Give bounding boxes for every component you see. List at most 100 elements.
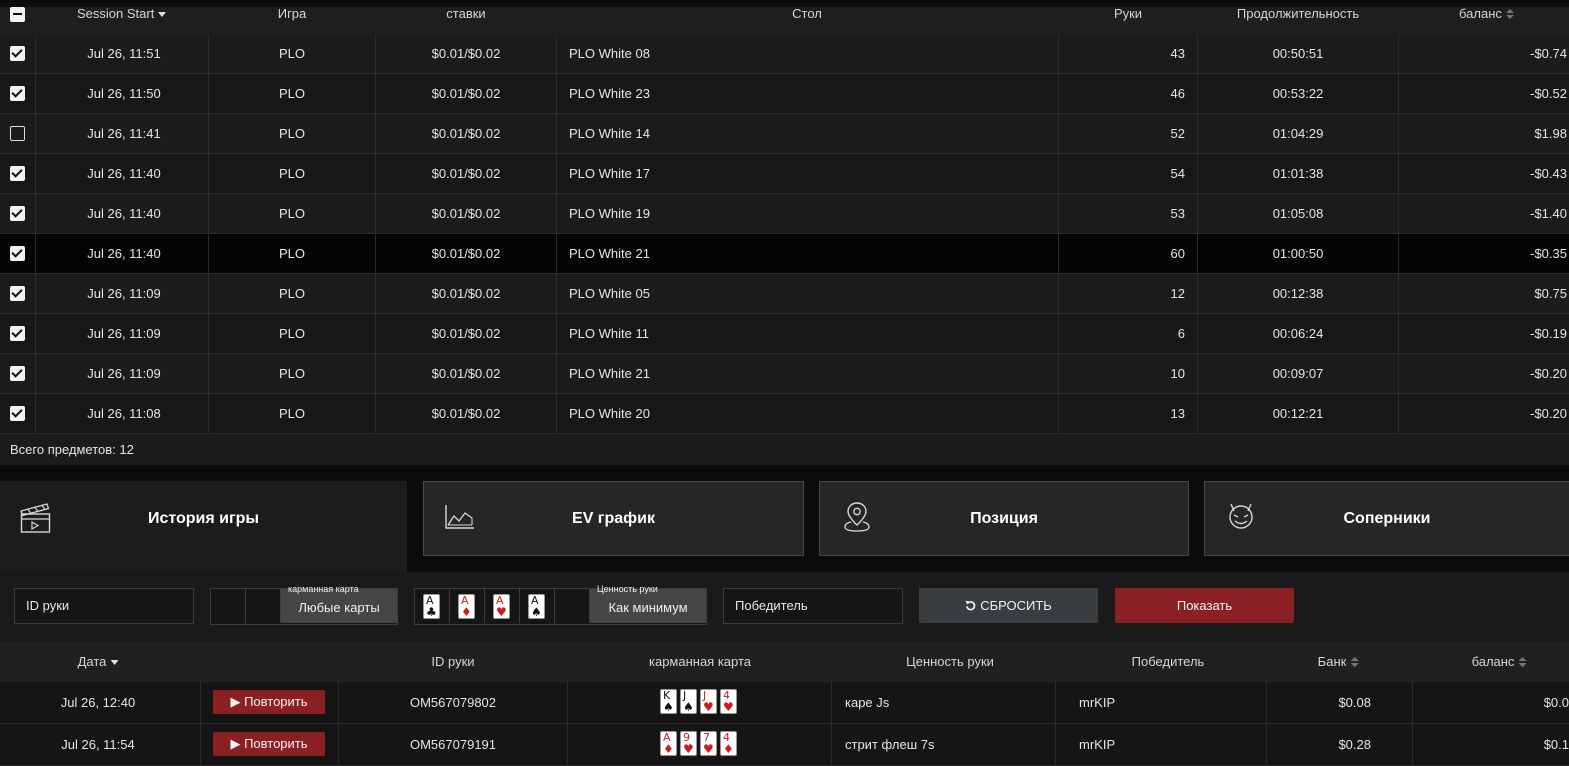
col-hand-value[interactable]: Ценность руки [906,642,994,682]
session-row[interactable]: Jul 26, 11:09 PLO $0.01/$0.02 PLO White 05 1… [0,274,1569,314]
duration-cell: 01:04:29 [1272,126,1324,141]
row-checkbox[interactable] [10,366,25,381]
row-checkbox[interactable] [10,326,25,341]
session-start-cell: Jul 26, 11:40 [87,246,161,261]
col-duration[interactable]: Продолжительность [1237,7,1359,34]
column-divider [1398,394,1399,433]
hand-row[interactable]: Jul 26, 11:54 OM567079191 стрит флеш 7s mrK… [0,724,1569,766]
playing-card: A ♦ [660,731,677,756]
session-row[interactable]: Jul 26, 11:40 PLO $0.01/$0.02 PLO White 19 5… [0,194,1569,234]
column-divider [1197,154,1198,193]
stakes-cell: $0.01/$0.02 [431,366,501,381]
card-suit: ♠ [683,700,694,714]
col-hand-id[interactable]: ID руки [431,642,474,682]
hand-id-cell: OM567079191 [409,737,497,752]
card-suit: ♦ [461,605,472,619]
sort-toggle-icon[interactable] [1505,9,1514,20]
row-checkbox[interactable] [10,46,25,61]
column-divider [200,682,201,723]
session-row[interactable]: Jul 26, 11:40 PLO $0.01/$0.02 PLO White 21 6… [0,234,1569,274]
replay-button[interactable]: ▶ Повторить [213,690,325,714]
col-table[interactable]: Стол [792,7,822,34]
hands-count-cell: 46 [1170,86,1185,101]
column-divider [1055,724,1056,765]
reset-button[interactable]: СБРОСИТЬ [919,588,1098,623]
winner-cell: mrKIP [1079,695,1116,710]
card-suit: ♥ [703,700,714,714]
col-stakes[interactable]: ставки [446,7,485,34]
hand-id-placeholder: ID руки [26,598,70,613]
tab-ev-chart[interactable]: EV график [423,481,804,556]
column-divider [1197,354,1198,393]
hole-card-select[interactable]: Любые карты [281,589,397,623]
column-divider [1055,682,1056,723]
hand-value-select[interactable]: Как минимум [590,589,706,623]
session-row[interactable]: Jul 26, 11:50 PLO $0.01/$0.02 PLO White 23 4… [0,74,1569,114]
stakes-cell: $0.01/$0.02 [431,206,501,221]
column-divider [35,154,36,193]
game-cell: PLO [278,46,306,61]
select-all-checkbox[interactable] [10,7,25,22]
column-divider [1197,114,1198,153]
col-session-start-label: Session Start [77,6,155,21]
col-date[interactable]: Дата [78,642,119,682]
tab-game-history-label: История игры [147,510,260,527]
hand-row[interactable]: Jul 26, 12:40 OM567079802 каре Js mrKIP $0.0… [0,682,1569,724]
column-divider [1197,314,1198,353]
session-row[interactable]: Jul 26, 11:08 PLO $0.01/$0.02 PLO White 20 1… [0,394,1569,434]
session-row[interactable]: Jul 26, 11:51 PLO $0.01/$0.02 PLO White 08 4… [0,34,1569,74]
sort-desc-icon[interactable] [110,660,119,666]
row-checkbox[interactable] [10,86,25,101]
session-row[interactable]: Jul 26, 11:09 PLO $0.01/$0.02 PLO White 21 1… [0,354,1569,394]
column-divider [1197,394,1198,433]
column-divider [375,114,376,153]
session-start-cell: Jul 26, 11:09 [87,366,161,381]
row-checkbox[interactable] [10,286,25,301]
session-row[interactable]: Jul 26, 11:40 PLO $0.01/$0.02 PLO White 17 5… [0,154,1569,194]
replay-button[interactable]: ▶ Повторить [213,732,325,756]
session-row[interactable]: Jul 26, 11:41 PLO $0.01/$0.02 PLO White 14 5… [0,114,1569,154]
hand-value-slot-5[interactable] [555,589,590,623]
tab-opponents[interactable]: Соперники [1204,481,1569,556]
row-checkbox[interactable] [10,126,25,141]
game-cell: PLO [278,366,306,381]
row-checkbox[interactable] [10,406,25,421]
card-suit: ♦ [723,742,734,756]
column-divider [567,682,568,723]
col-session-start[interactable]: Session Start [77,6,167,34]
playing-card: K ♠ [660,689,677,714]
column-divider [375,194,376,233]
hand-id-input[interactable]: ID руки [14,588,194,624]
hole-card-slot-2[interactable] [246,589,281,623]
tab-game-history[interactable]: История игры [0,481,407,572]
col-game[interactable]: Игра [278,7,307,34]
sort-toggle-icon[interactable] [1518,657,1527,668]
play-icon: ▶ [230,736,245,751]
tab-position[interactable]: Позиция [819,481,1189,556]
col-balance[interactable]: баланс [1459,7,1514,34]
row-checkbox[interactable] [10,206,25,221]
col-hand-balance[interactable]: баланс [1472,642,1527,682]
balance-cell: -$0.20 [1530,366,1567,381]
hand-value-cell: стрит флеш 7s [845,737,935,752]
table-name-cell: PLO White 11 [569,326,649,341]
hands-count-cell: 60 [1170,246,1185,261]
column-divider [208,314,209,353]
row-checkbox[interactable] [10,246,25,261]
col-pot[interactable]: Банк [1318,642,1359,682]
hole-card-slot-1[interactable] [211,589,246,623]
col-hands[interactable]: Руки [1114,7,1142,34]
column-divider [1398,74,1399,113]
show-button[interactable]: Показать [1115,588,1294,623]
column-divider [556,274,557,313]
row-checkbox[interactable] [10,166,25,181]
session-row[interactable]: Jul 26, 11:09 PLO $0.01/$0.02 PLO White 11 6… [0,314,1569,354]
col-winner[interactable]: Победитель [1132,642,1205,682]
sort-desc-icon[interactable] [158,12,167,18]
playing-card: A ♠ [528,594,545,619]
col-hole-cards[interactable]: карманная карта [649,642,751,682]
sort-toggle-icon[interactable] [1350,657,1359,668]
duration-cell: 00:12:21 [1272,406,1324,421]
session-start-cell: Jul 26, 11:51 [87,46,161,61]
winner-input[interactable]: Победитель [723,588,903,624]
